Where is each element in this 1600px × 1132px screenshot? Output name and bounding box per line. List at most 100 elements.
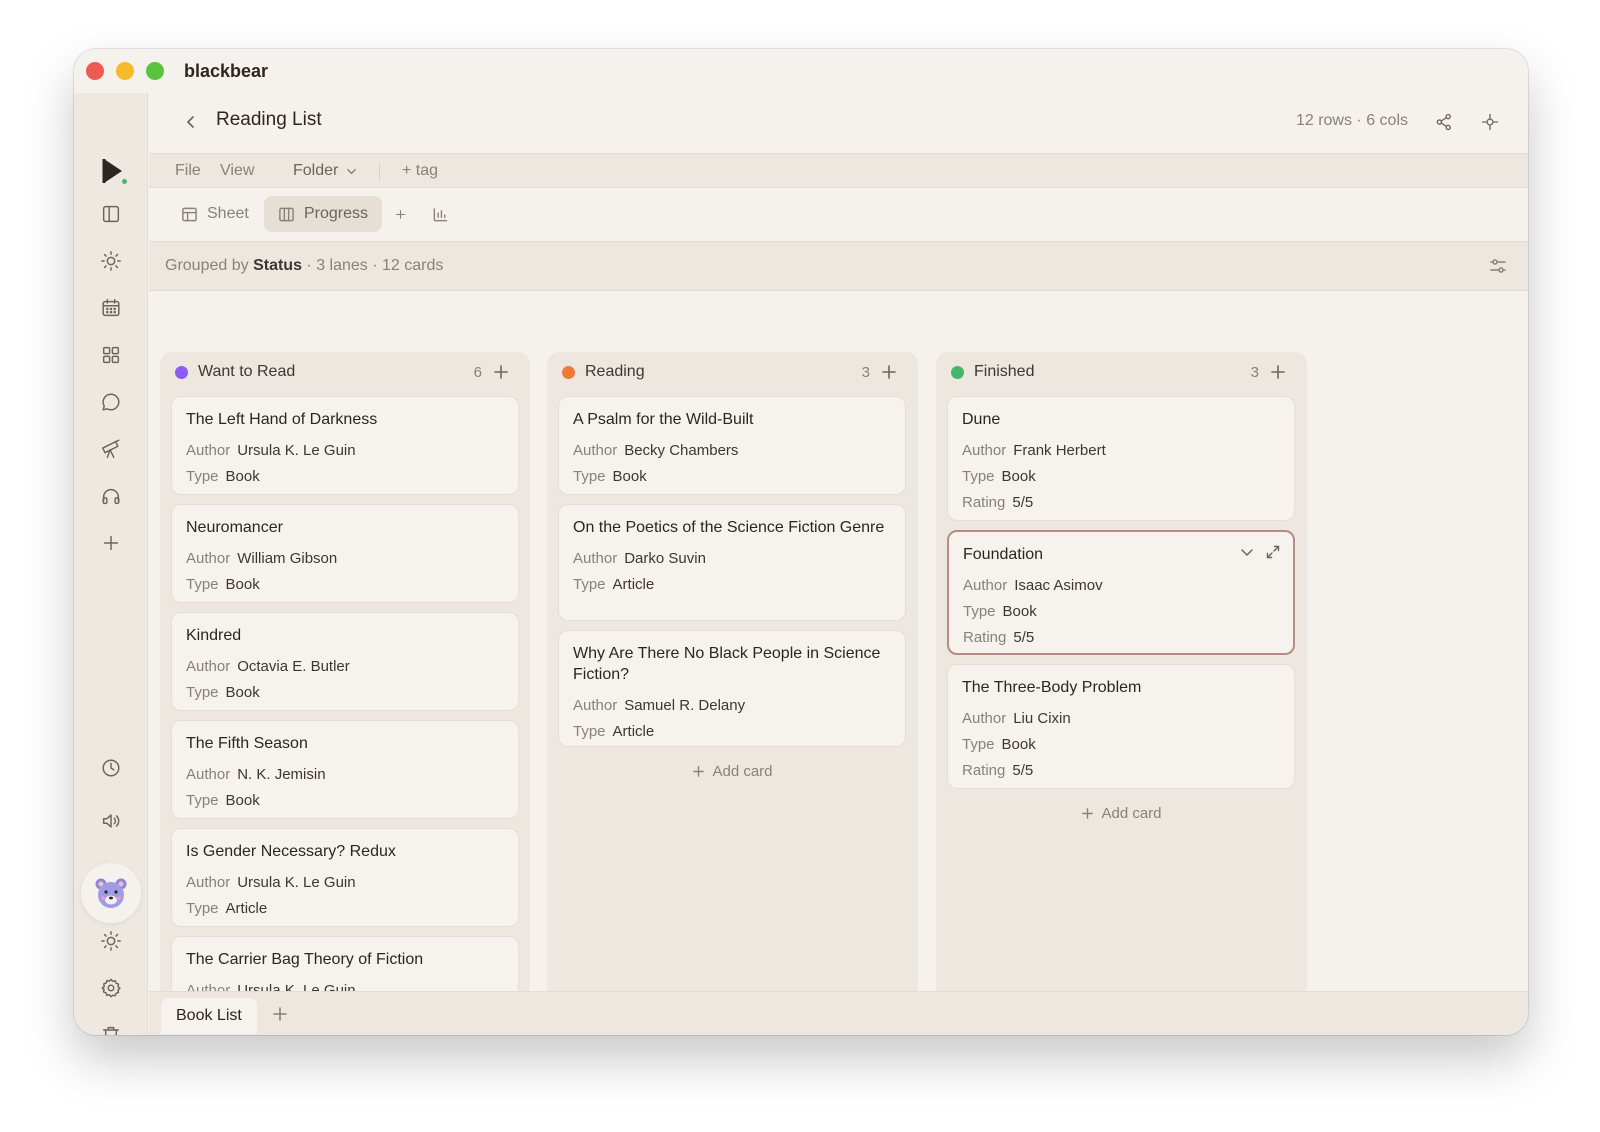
tab-sheet-label: Sheet bbox=[207, 205, 249, 222]
chat-icon[interactable] bbox=[99, 390, 123, 414]
card-type: Type Book bbox=[186, 684, 260, 701]
add-card-button[interactable]: Add card bbox=[547, 763, 918, 780]
add-view-button[interactable] bbox=[386, 196, 415, 232]
card[interactable]: The Fifth Season Author N. K. Jemisin Typ… bbox=[171, 720, 519, 819]
lane-title: Reading bbox=[585, 363, 645, 380]
card-title: Is Gender Necessary? Redux bbox=[186, 843, 396, 860]
card-author: Author Darko Suvin bbox=[573, 550, 706, 567]
expand-icon[interactable] bbox=[1265, 544, 1281, 560]
grouping-counts: · 3 lanes · 12 cards bbox=[306, 257, 444, 274]
tab-progress[interactable]: Progress bbox=[264, 196, 383, 232]
card[interactable]: On the Poetics of the Science Fiction Ge… bbox=[558, 504, 906, 621]
card-type: Type Book bbox=[186, 468, 260, 485]
telescope-icon[interactable] bbox=[99, 437, 123, 461]
card[interactable]: Neuromancer Author William Gibson Type Boo… bbox=[171, 504, 519, 603]
card-title: Neuromancer bbox=[186, 519, 283, 536]
card[interactable]: Dune Author Frank Herbert Type Book Rating… bbox=[947, 396, 1295, 521]
card[interactable]: A Psalm for the Wild-Built Author Becky C… bbox=[558, 396, 906, 495]
lane-add-icon[interactable] bbox=[1269, 363, 1287, 381]
card-author: Author Samuel R. Delany bbox=[573, 697, 746, 714]
lane-title: Finished bbox=[974, 363, 1035, 380]
tab-sheet[interactable]: Sheet bbox=[167, 196, 263, 232]
card[interactable]: The Left Hand of Darkness Author Ursula K… bbox=[171, 396, 519, 495]
card-title: Dune bbox=[962, 411, 1001, 428]
card-author: Author Octavia E. Butler bbox=[186, 658, 350, 675]
add-card-label: Add card bbox=[1101, 805, 1162, 822]
menu-file[interactable]: File bbox=[175, 162, 201, 180]
toggle-panel-icon[interactable] bbox=[99, 202, 123, 226]
gear-icon[interactable] bbox=[99, 976, 123, 1000]
sidebar bbox=[74, 93, 148, 1035]
grid-icon[interactable] bbox=[99, 343, 123, 367]
page-title: Reading List bbox=[216, 109, 322, 130]
lane-finished: Finished 3 Dune Author Frank Herbert Type… bbox=[936, 352, 1307, 1000]
chevron-left-icon bbox=[187, 116, 194, 128]
lane-count: 3 bbox=[861, 364, 870, 381]
zoom-window-button[interactable] bbox=[146, 62, 164, 80]
card-author: AuthorUrsula K. Le Guin bbox=[186, 874, 356, 891]
calendar-icon[interactable] bbox=[99, 296, 123, 320]
card-author: Author Frank Herbert bbox=[962, 442, 1106, 459]
main-area: Reading List 12 rows · 6 cols File View … bbox=[149, 93, 1528, 1035]
back-button[interactable] bbox=[179, 110, 203, 134]
card[interactable]: Why Are There No Black People in Science… bbox=[558, 630, 906, 747]
card[interactable]: Is Gender Necessary? Redux Author Ursula … bbox=[171, 828, 519, 927]
card-title: The Left Hand of Darkness bbox=[186, 411, 378, 428]
add-sheet-icon[interactable] bbox=[271, 1005, 289, 1023]
lane-add-icon[interactable] bbox=[492, 363, 510, 381]
bear-avatar-icon bbox=[95, 878, 127, 908]
grouping-bar: Grouped by Status · 3 lanes · 12 cards bbox=[149, 241, 1528, 291]
card-author: Author N. K. Jemisin bbox=[186, 766, 326, 783]
card-type: Type Article bbox=[186, 900, 268, 917]
add-card-button[interactable]: Add card bbox=[936, 805, 1307, 822]
trash-icon[interactable] bbox=[99, 1023, 123, 1035]
card-rating: Rating 5/5 bbox=[962, 762, 1034, 779]
card-author: Author William Gibson bbox=[186, 550, 338, 567]
lane-header: Want to Read 6 bbox=[160, 352, 530, 392]
card-title: The Carrier Bag Theory of Fiction bbox=[186, 951, 424, 968]
filter-settings-icon[interactable] bbox=[1488, 256, 1508, 276]
card-type: Type Book bbox=[963, 603, 1037, 620]
share-icon bbox=[1436, 113, 1451, 131]
headphones-icon[interactable] bbox=[99, 484, 123, 508]
card[interactable]: Kindred Author Octavia E. Butler Type Book bbox=[171, 612, 519, 711]
speaker-icon[interactable] bbox=[99, 809, 123, 833]
lane-add-icon[interactable] bbox=[880, 363, 898, 381]
add-icon[interactable] bbox=[99, 531, 123, 555]
titlebar: blackbear bbox=[74, 49, 1528, 93]
card-title: The Three-Body Problem bbox=[962, 679, 1142, 696]
card-type: Type Book bbox=[962, 736, 1036, 753]
card-rating: Rating 5/5 bbox=[963, 629, 1035, 646]
menu-divider bbox=[379, 163, 380, 181]
app-window: blackbear Reading List 12 rows · 6 cols … bbox=[74, 49, 1528, 1035]
lane-status-dot bbox=[951, 366, 964, 379]
sun-icon[interactable] bbox=[99, 249, 123, 273]
user-avatar[interactable] bbox=[81, 863, 141, 923]
chevron-down-icon[interactable] bbox=[1239, 544, 1255, 560]
lane-reading: Reading 3 A Psalm for the Wild-Built Aut… bbox=[547, 352, 918, 1000]
brightness-icon[interactable] bbox=[99, 929, 123, 953]
kanban-icon bbox=[279, 207, 294, 221]
clock-icon[interactable] bbox=[99, 756, 123, 780]
bar-chart-icon bbox=[433, 207, 448, 221]
share-button[interactable] bbox=[1432, 110, 1456, 134]
menu-folder[interactable]: Folder bbox=[293, 162, 357, 180]
focus-button[interactable] bbox=[1478, 110, 1502, 134]
card-title: The Fifth Season bbox=[186, 735, 308, 752]
menu-view[interactable]: View bbox=[220, 162, 254, 180]
card[interactable]: The Three-Body Problem Author Liu Cixin T… bbox=[947, 664, 1295, 789]
lane-header: Finished 3 bbox=[936, 352, 1307, 392]
add-tag-button[interactable]: + tag bbox=[402, 162, 438, 180]
add-card-label: Add card bbox=[712, 763, 773, 780]
minimize-window-button[interactable] bbox=[116, 62, 134, 80]
card-type: Type Book bbox=[186, 576, 260, 593]
close-window-button[interactable] bbox=[86, 62, 104, 80]
menu-folder-label: Folder bbox=[293, 162, 339, 179]
grouping-field[interactable]: Status bbox=[253, 257, 302, 274]
grouping-prefix: Grouped by bbox=[165, 257, 249, 274]
card-rating: Rating 5/5 bbox=[962, 494, 1034, 511]
sheet-tab-book-list[interactable]: Book List bbox=[161, 998, 257, 1034]
lane-title: Want to Read bbox=[198, 363, 296, 380]
chart-view-button[interactable] bbox=[424, 196, 457, 232]
card-selected[interactable]: Foundation Author Isaac Asimov Type Book R… bbox=[947, 530, 1295, 655]
